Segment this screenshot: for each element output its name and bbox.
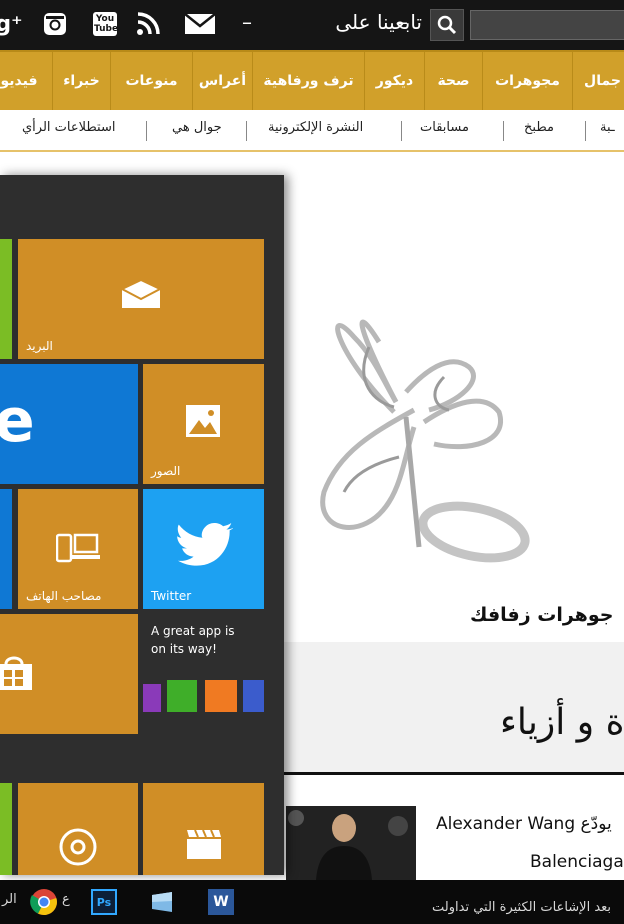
section-title: ة و أزياء xyxy=(500,702,624,743)
google-plus-text: g⁺ xyxy=(0,11,23,37)
tile-photos[interactable]: الصور xyxy=(143,364,264,484)
taskbar-label: الر xyxy=(2,892,17,907)
start-menu: البريد e الصور مصاحب الهاتف Twitter A gr… xyxy=(0,175,284,875)
clapperboard-icon xyxy=(185,827,223,861)
search-icon xyxy=(437,15,457,35)
app-installing-line2: on its way! xyxy=(151,642,217,656)
word-icon[interactable]: W xyxy=(205,886,237,918)
main-navigation: جمال مجوهرات صحة ديكور ترف ورفاهية أعراس… xyxy=(0,50,624,110)
tile-movies-tv[interactable] xyxy=(143,783,264,875)
subnav-divider xyxy=(146,121,147,141)
divider-dash-right: – xyxy=(398,10,408,34)
nav-item-decor[interactable]: ديكور xyxy=(364,52,424,110)
divider-dash-left: – xyxy=(242,10,252,34)
google-plus-icon[interactable]: g⁺ xyxy=(0,9,24,39)
subnav-item-partial[interactable]: ـبة xyxy=(600,120,615,135)
search-input[interactable] xyxy=(470,10,624,40)
music-disc-icon xyxy=(58,827,98,867)
subnav-item-kitchen[interactable]: مطبخ xyxy=(524,120,554,135)
nav-item-jewelry[interactable]: مجوهرات xyxy=(482,52,572,110)
sub-navigation: ـبة مطبخ مسابقات النشرة الإلكترونية جوال… xyxy=(0,110,624,152)
news-thumbnail[interactable] xyxy=(286,806,416,880)
tile-green-partial[interactable] xyxy=(0,239,12,359)
tile-photos-label: الصور xyxy=(151,464,181,478)
tile-phone-label: مصاحب الهاتف xyxy=(26,589,102,603)
news-snippet: بعد الإشاعات الكثيرة التي تداولت xyxy=(432,900,612,915)
tile-edge[interactable]: e xyxy=(0,364,138,484)
chrome-icon[interactable] xyxy=(28,886,60,918)
tile-twitter[interactable]: Twitter xyxy=(143,489,264,609)
mini-app-icon-blue xyxy=(243,680,264,712)
news-headline-line2[interactable]: Balenciaga xyxy=(530,852,624,872)
person-photo xyxy=(286,806,416,880)
nav-item-video[interactable]: فيديو xyxy=(0,52,52,110)
tile-app-installing[interactable]: A great app is on its way! xyxy=(143,614,264,734)
subnav-item-polls[interactable]: استطلاعات الرأي xyxy=(22,120,115,135)
twitter-bird-icon xyxy=(175,523,233,569)
taskbar-label-2: ع xyxy=(62,892,70,907)
youtube-icon[interactable]: You Tube xyxy=(90,9,120,39)
instagram-icon[interactable] xyxy=(40,9,70,39)
article-headline[interactable]: جوهرات زفافك xyxy=(470,604,613,626)
mini-app-icon-purple xyxy=(143,684,161,712)
subnav-item-newsletter[interactable]: النشرة الإلكترونية xyxy=(268,120,363,135)
mail-icon xyxy=(121,279,161,309)
app-installing-line1: A great app is xyxy=(151,624,235,638)
tile-green-bottom-partial[interactable] xyxy=(0,783,12,875)
youtube-text: You Tube xyxy=(93,12,119,36)
social-top-bar: g⁺ You Tube – تابعينا على – xyxy=(0,0,624,50)
photoshop-label: Ps xyxy=(96,895,112,909)
section-divider xyxy=(284,772,624,775)
photos-icon xyxy=(185,404,221,438)
photoshop-icon[interactable]: Ps xyxy=(88,886,120,918)
tile-store[interactable] xyxy=(0,614,138,734)
tile-groove-music[interactable] xyxy=(18,783,138,875)
tile-mail[interactable]: البريد xyxy=(18,239,264,359)
nav-item-experts[interactable]: خبراء xyxy=(52,52,110,110)
store-bag-icon xyxy=(0,654,34,692)
subnav-item-mobile[interactable]: جوال هي xyxy=(172,120,222,135)
tile-blue-partial[interactable] xyxy=(0,489,12,609)
tile-mail-label: البريد xyxy=(26,339,53,353)
store-taskbar-icon[interactable] xyxy=(146,886,178,918)
nav-item-misc[interactable]: منوعات xyxy=(110,52,192,110)
tile-twitter-label: Twitter xyxy=(151,589,192,603)
subnav-item-contests[interactable]: مسابقات xyxy=(420,120,469,135)
search-button[interactable] xyxy=(430,9,464,41)
rss-icon[interactable] xyxy=(133,9,163,39)
butterfly-ring-image[interactable] xyxy=(284,152,624,592)
nav-item-weddings[interactable]: أعراس xyxy=(192,52,252,110)
news-headline[interactable]: Alexander Wang يودّع xyxy=(436,814,612,834)
nav-item-beauty[interactable]: جمال xyxy=(572,52,624,110)
edge-icon: e xyxy=(0,386,35,456)
subnav-divider xyxy=(585,121,586,141)
mail-icon[interactable] xyxy=(183,9,217,39)
mini-app-icon-orange xyxy=(205,680,237,712)
mini-app-icon-green xyxy=(167,680,197,712)
subnav-divider xyxy=(401,121,402,141)
subnav-divider xyxy=(246,121,247,141)
word-label: W xyxy=(213,894,229,910)
nav-item-luxury[interactable]: ترف ورفاهية xyxy=(252,52,364,110)
tile-phone-companion[interactable]: مصاحب الهاتف xyxy=(18,489,138,609)
app-installing-message: A great app is on its way! xyxy=(151,622,235,658)
phone-companion-icon xyxy=(56,533,100,563)
subnav-divider xyxy=(503,121,504,141)
nav-item-health[interactable]: صحة xyxy=(424,52,482,110)
